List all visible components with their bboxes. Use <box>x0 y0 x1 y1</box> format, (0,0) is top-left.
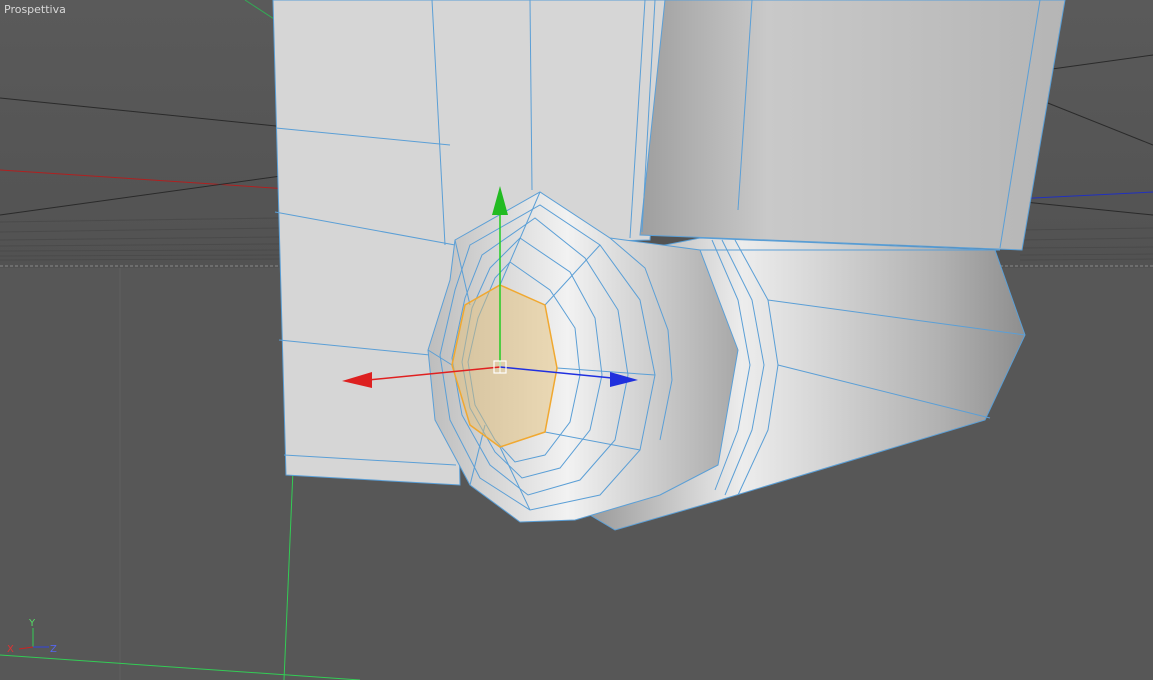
viewport-canvas[interactable]: Y X Z <box>0 0 1153 680</box>
3d-viewport[interactable]: Y X Z Prospettiva <box>0 0 1153 680</box>
axis-label-z: Z <box>50 644 57 655</box>
viewport-title[interactable]: Prospettiva <box>4 3 66 16</box>
axis-label-y: Y <box>28 618 36 629</box>
model-box-right[interactable] <box>639 0 1066 251</box>
axis-label-x: X <box>7 644 14 655</box>
